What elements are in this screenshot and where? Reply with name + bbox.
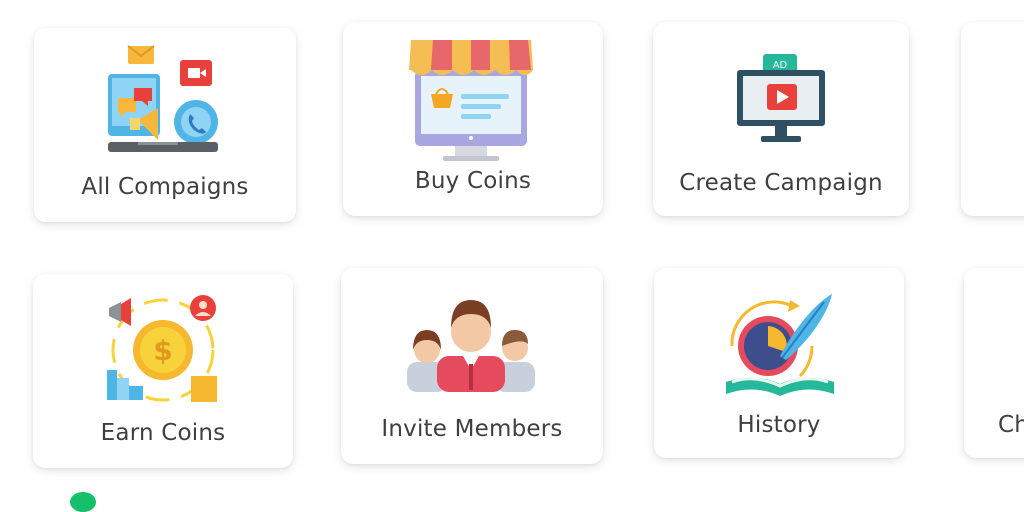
- card-label: Invite Members: [381, 416, 563, 442]
- card-buy-coins[interactable]: Buy Coins: [343, 22, 603, 216]
- card-earn-coins[interactable]: $ Earn Coins: [33, 274, 293, 468]
- card-label: All Compaigns: [81, 174, 249, 200]
- team-icon: [407, 300, 535, 392]
- card-label: History: [737, 412, 821, 438]
- svg-text:AD: AD: [773, 60, 788, 71]
- gold-coin-icon: $: [107, 295, 217, 402]
- card-invite-members[interactable]: Invite Members: [341, 268, 603, 464]
- svg-text:$: $: [153, 334, 172, 367]
- card-all-compaigns[interactable]: All Compaigns: [34, 28, 296, 222]
- card-history[interactable]: History: [654, 268, 904, 458]
- partial-green-icon: [70, 492, 96, 512]
- card-label: Buy Coins: [414, 168, 532, 194]
- card-label: Create Campaign: [679, 170, 883, 196]
- card-partial-bottom[interactable]: Ch: [964, 268, 1024, 458]
- card-partial-top[interactable]: [961, 22, 1024, 216]
- ad-monitor-icon: AD: [737, 54, 825, 142]
- card-label: Earn Coins: [100, 420, 226, 446]
- campaigns-icon: [108, 45, 218, 152]
- history-icon: [726, 294, 834, 396]
- card-label: Ch: [998, 412, 1024, 438]
- shop-icon: [409, 40, 533, 161]
- card-create-campaign[interactable]: AD Create Campaign: [653, 22, 909, 216]
